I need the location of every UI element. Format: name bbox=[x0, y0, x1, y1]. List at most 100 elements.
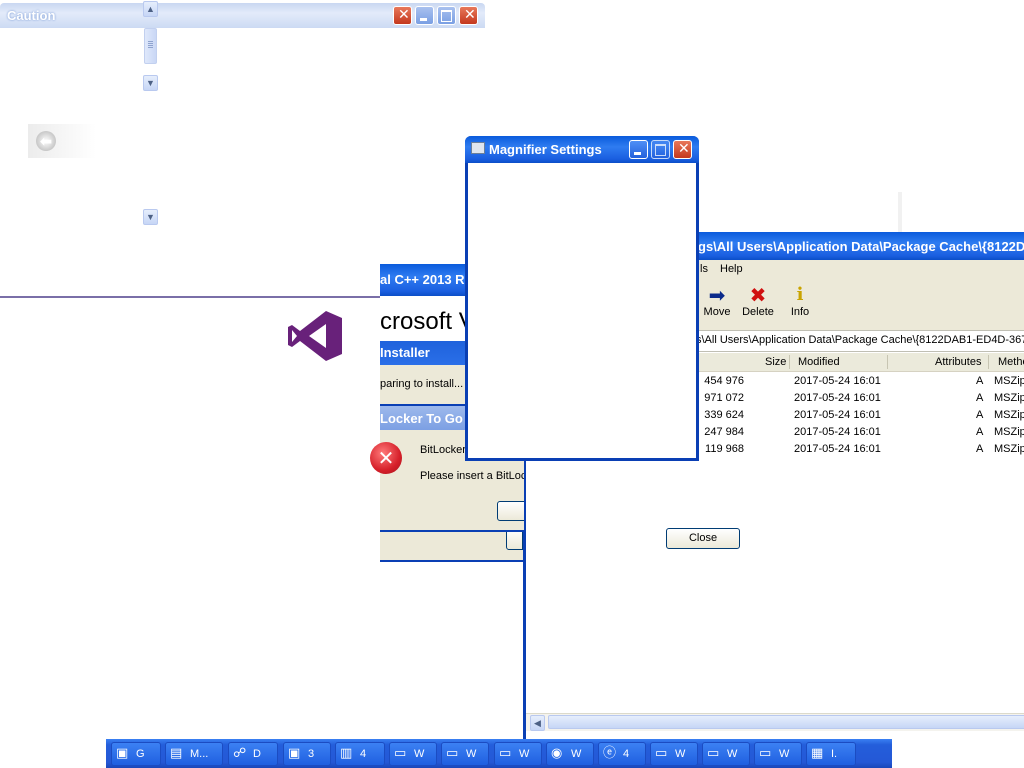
scroll-left-arrow[interactable]: ◀ bbox=[530, 715, 545, 731]
caution-titlebar[interactable]: Caution ✕ ✕ bbox=[0, 3, 485, 28]
cell-modified: 2017-05-24 16:01 bbox=[794, 375, 881, 387]
delete-button[interactable]: ✖ Delete bbox=[740, 284, 776, 318]
taskbar-button[interactable]: ☍ D bbox=[228, 742, 278, 766]
cell-size: 247 984 bbox=[704, 426, 744, 438]
cell-modified: 2017-05-24 16:01 bbox=[794, 409, 881, 421]
magnifier-window: Magnifier Settings ✕ bbox=[465, 136, 699, 461]
console-icon: ▣ bbox=[116, 746, 129, 761]
taskbar-button-label: 4 bbox=[360, 748, 367, 760]
move-button[interactable]: ➡ Move bbox=[700, 284, 734, 318]
cell-size: 339 624 bbox=[704, 409, 744, 421]
magnifier-close-button[interactable]: ✕ bbox=[673, 140, 692, 159]
cell-method: MSZip bbox=[994, 426, 1024, 438]
taskbar-button-label: M... bbox=[190, 748, 209, 760]
taskbar-button-label: W bbox=[727, 748, 738, 760]
taskbar-button-label: I. bbox=[831, 748, 838, 760]
folder-icon: ▤ bbox=[170, 746, 183, 761]
vc-installer-header: Installer bbox=[380, 345, 430, 360]
window-icon: ▭ bbox=[759, 746, 772, 761]
info-button[interactable]: i Info bbox=[786, 284, 814, 318]
cell-method: MSZip bbox=[994, 392, 1024, 404]
cell-modified: 2017-05-24 16:01 bbox=[794, 443, 881, 455]
path-text: s\All Users\Application Data\Package Cac… bbox=[696, 334, 1024, 346]
taskbar-button[interactable]: ▤ M... bbox=[165, 742, 223, 766]
caution-minimize-button[interactable] bbox=[415, 6, 434, 25]
delete-x-icon: ✖ bbox=[749, 283, 767, 307]
taskbar-button[interactable]: ▭ W bbox=[389, 742, 437, 766]
cell-method: MSZip bbox=[994, 409, 1024, 421]
cell-size: 454 976 bbox=[704, 375, 744, 387]
network-icon: ☍ bbox=[233, 746, 247, 761]
vc-installer-lower-frame bbox=[380, 532, 523, 562]
info-label: Info bbox=[790, 306, 810, 318]
menu-tools[interactable]: ls bbox=[700, 263, 708, 275]
scroll-track-right bbox=[898, 192, 902, 232]
taskbar-button-label: D bbox=[253, 748, 261, 760]
cell-attributes: A bbox=[976, 426, 984, 438]
cell-size: 971 072 bbox=[704, 392, 744, 404]
close-icon: ✕ bbox=[464, 7, 476, 23]
menu-help[interactable]: Help bbox=[720, 263, 743, 275]
error-icon: ✕ bbox=[370, 442, 402, 474]
media-icon: ◉ bbox=[551, 746, 563, 761]
caution-maximize-button[interactable] bbox=[437, 6, 456, 25]
taskbar-button[interactable]: ▭ W bbox=[754, 742, 802, 766]
column-attributes[interactable]: Attributes bbox=[935, 356, 981, 368]
column-size[interactable]: Size bbox=[765, 356, 786, 368]
visual-studio-logo-icon bbox=[288, 311, 342, 361]
maximize-icon bbox=[441, 10, 452, 22]
move-arrow-icon: ➡ bbox=[708, 283, 726, 307]
horizontal-scrollbar[interactable]: ◀ bbox=[526, 713, 1024, 731]
taskbar-button-label: W bbox=[675, 748, 686, 760]
taskbar-button[interactable]: ▭ W bbox=[702, 742, 750, 766]
caution-close-button-2[interactable]: ✕ bbox=[459, 6, 478, 25]
scroll-down-arrow[interactable]: ▼ bbox=[143, 75, 158, 91]
cell-attributes: A bbox=[976, 443, 984, 455]
magnifier-minimize-button[interactable] bbox=[629, 140, 648, 159]
back-button[interactable]: ⬅ bbox=[28, 124, 96, 158]
close-button[interactable]: Close bbox=[666, 528, 740, 549]
cell-method: MSZip bbox=[994, 443, 1024, 455]
cell-attributes: A bbox=[976, 375, 984, 387]
taskbar-button-label: G bbox=[136, 748, 145, 760]
taskbar-button-label: W bbox=[519, 748, 530, 760]
column-method[interactable]: Metho bbox=[998, 356, 1024, 368]
column-modified[interactable]: Modified bbox=[798, 356, 840, 368]
taskbar-button[interactable]: ▭ W bbox=[441, 742, 489, 766]
vc-installer-title: al C++ 2013 R bbox=[380, 272, 465, 287]
move-label: Move bbox=[703, 306, 731, 318]
cell-attributes: A bbox=[976, 392, 984, 404]
taskbar-button[interactable]: ▥ 4 bbox=[335, 742, 385, 766]
cell-method: MSZip bbox=[994, 375, 1024, 387]
cell-modified: 2017-05-24 16:01 bbox=[794, 426, 881, 438]
minimize-icon bbox=[420, 18, 427, 21]
taskbar-button[interactable]: ▭ W bbox=[650, 742, 698, 766]
taskbar-button[interactable]: ◉ W bbox=[546, 742, 594, 766]
taskbar-button[interactable]: ▣ G bbox=[111, 742, 161, 766]
taskbar-button-label: W bbox=[571, 748, 582, 760]
bitlocker-heading: BitLocker bbox=[420, 444, 466, 456]
window-icon: ▭ bbox=[394, 746, 407, 761]
taskbar-button-label: W bbox=[414, 748, 425, 760]
info-icon: i bbox=[796, 284, 804, 305]
maximize-icon bbox=[655, 144, 666, 156]
taskbar-button[interactable]: ▣ 3 bbox=[283, 742, 331, 766]
horizontal-scroll-thumb[interactable] bbox=[548, 715, 1024, 729]
minimize-icon bbox=[634, 152, 641, 155]
taskbar-button[interactable]: ▦ I. bbox=[806, 742, 856, 766]
document-icon: ▥ bbox=[340, 746, 353, 761]
scroll-up-arrow[interactable]: ▲ bbox=[143, 1, 158, 17]
delete-label: Delete bbox=[742, 306, 774, 318]
installer-icon: ▦ bbox=[811, 746, 824, 761]
taskbar-button-label: 4 bbox=[623, 748, 630, 760]
caution-close-button[interactable]: ✕ bbox=[393, 6, 412, 25]
file-manager-title: gs\All Users\Application Data\Package Ca… bbox=[698, 239, 1024, 254]
scroll-down-arrow-2[interactable]: ▼ bbox=[143, 209, 158, 225]
magnifier-titlebar[interactable]: Magnifier Settings ✕ bbox=[465, 136, 699, 163]
taskbar-button-label: W bbox=[466, 748, 477, 760]
scrollbar-thumb[interactable] bbox=[144, 28, 157, 64]
taskbar-button[interactable]: ▭ W bbox=[494, 742, 542, 766]
taskbar-button[interactable]: ⓔ 4 bbox=[598, 742, 646, 766]
magnifier-maximize-button[interactable] bbox=[651, 140, 670, 159]
cell-attributes: A bbox=[976, 409, 984, 421]
